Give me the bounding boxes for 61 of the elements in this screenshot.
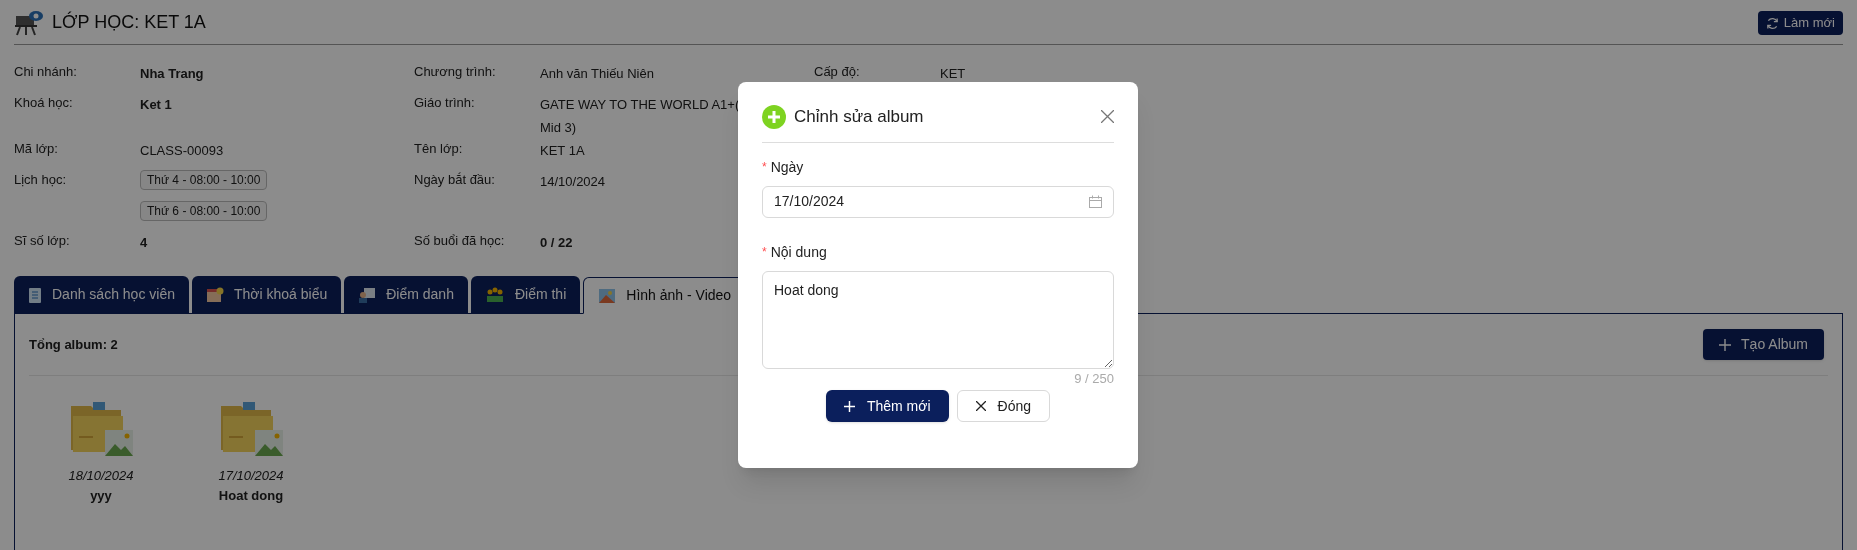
content-field[interactable]: Hoat dong [762,270,1114,369]
schedule-tag: Thứ 6 - 08:00 - 10:00 [140,201,268,221]
album-count: Tổng album: 2 [29,335,118,354]
field-label: Lịch học: [14,171,68,189]
field-label: Ngày bắt đầu: [414,171,496,189]
calendar-icon [1089,195,1102,208]
field-label: Ngày [770,157,804,177]
dialog-title: Chỉnh sửa album [794,106,924,128]
album-date: 18/10/2024 [68,467,134,485]
field-value: 0 / 22 [540,234,573,252]
required-mark: * [762,159,767,176]
album-name: yyy [90,486,112,505]
album-date: 17/10/2024 [218,467,284,485]
refresh-button[interactable]: Làm mới [1757,11,1843,35]
close-button[interactable]: Đóng [956,390,1051,422]
field-label: Nội dung [770,242,827,262]
close-icon [975,401,986,411]
field-value: CLASS-00093 [140,142,224,160]
projector-icon [14,8,44,36]
close-icon[interactable] [1101,110,1114,124]
field-value: Nha Trang [140,65,204,83]
tab[interactable]: Danh sách học viên [14,276,189,313]
schedule-tag: Thứ 4 - 08:00 - 10:00 [140,170,268,190]
teacher-board-icon [358,286,377,303]
field-label: Giáo trình: [414,94,476,112]
refresh-icon [1765,16,1779,30]
field-label: Tên lớp: [414,140,464,158]
album-name: Hoat dong [218,486,284,505]
field-value: 4 [140,234,148,252]
create-album-button[interactable]: Tạo Album [1703,329,1824,360]
tab[interactable]: Điểm thi [470,276,581,313]
field-value: KET 1A [540,142,585,160]
field-value: GATE WAY TO THE WORLD A1+( [540,96,740,114]
field-value: Ket 1 [140,96,172,114]
field-label: Mã lớp: [14,140,59,158]
clipboard-icon [28,286,42,303]
field-label: Chi nhánh: [14,63,78,81]
field-label: Cấp độ: [814,63,861,81]
photo-folder-icon[interactable] [219,400,283,456]
podium-stars-icon [484,286,505,303]
field-value: 14/10/2024 [540,173,606,191]
field-label: Khoá học: [14,94,74,112]
plus-icon [843,400,855,412]
calendar-icon [205,286,224,303]
submit-button[interactable]: Thêm mới [825,390,949,422]
add-circle-icon [762,104,786,129]
date-field[interactable]: 17/10/2024 [762,185,1114,218]
field-value: KET [940,65,966,83]
field-value: Anh văn Thiếu Niên [540,65,654,83]
page-title: LỚP HỌC: KET 1A [52,10,206,34]
field-label: Chương trình: [414,63,497,81]
field-label: Sĩ số lớp: [14,232,71,250]
image-icon [598,287,617,304]
plus-icon [1719,338,1732,351]
field-value: Mid 3) [540,119,578,137]
tab[interactable]: Thời khoá biểu [191,276,342,313]
tab[interactable]: Điểm danh [344,276,468,313]
required-mark: * [762,244,767,261]
field-label: Số buổi đã học: [414,232,506,250]
character-counter: 9 / 250 [1074,369,1114,388]
photo-folder-icon[interactable] [69,400,133,456]
